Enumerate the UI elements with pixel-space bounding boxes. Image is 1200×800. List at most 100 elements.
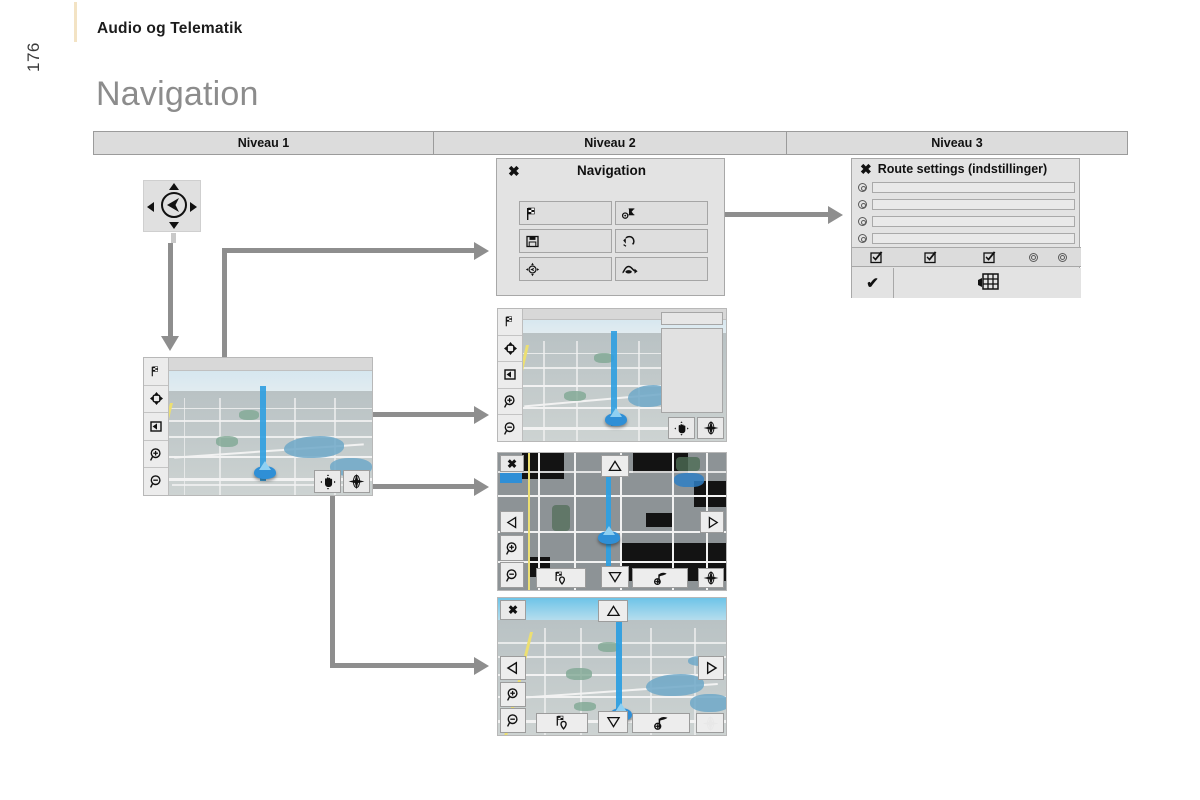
destination-flag-icon <box>653 572 667 585</box>
compass-button[interactable] <box>343 470 370 493</box>
directional-joystick[interactable] <box>143 180 201 243</box>
route-option-row[interactable] <box>858 231 1075 246</box>
joystick-to-map-arrowhead <box>161 336 179 351</box>
close-icon[interactable]: ✖ <box>860 162 872 176</box>
nav-button-route-preview[interactable] <box>615 257 708 281</box>
route-toolbar-radio[interactable] <box>1048 252 1076 262</box>
close-button[interactable]: ✖ <box>500 455 524 472</box>
triangle-right-outline-icon <box>708 515 718 529</box>
hand-pan-button[interactable] <box>314 470 341 493</box>
nav-button-traffic-info[interactable] <box>615 229 708 253</box>
compass-button[interactable] <box>698 568 724 588</box>
radio-option-icon[interactable] <box>858 234 867 243</box>
joystick-stem <box>171 233 176 243</box>
pan-move-icon <box>149 392 163 406</box>
compass-icon <box>348 473 365 490</box>
map-grid-button[interactable] <box>894 268 1081 298</box>
pan-left-button[interactable] <box>500 511 524 533</box>
map-grid-hand-icon <box>977 273 999 290</box>
sidebar-button-exit[interactable] <box>144 413 168 441</box>
vehicle-position-marker <box>254 461 276 479</box>
radio-option-icon[interactable] <box>858 200 867 209</box>
pan-down-button[interactable] <box>601 566 629 588</box>
page-section-title: Audio og Telematik <box>97 20 243 37</box>
map-top-bar <box>144 358 372 371</box>
destination-button[interactable] <box>632 568 688 588</box>
map-side-list-panel <box>661 312 723 413</box>
route-option-row[interactable] <box>858 197 1075 212</box>
pan-move-icon <box>503 341 517 355</box>
route-toolbar-checkbox[interactable] <box>852 250 900 264</box>
radio-option-icon[interactable] <box>858 217 867 226</box>
joystick-to-map-line <box>168 243 173 338</box>
route-toolbar-radio[interactable] <box>1018 252 1048 262</box>
map-to-2dpan-arrowhead <box>474 477 489 496</box>
zoom-out-icon <box>503 421 515 435</box>
triangle-left-outline-icon <box>506 661 518 675</box>
compass-button[interactable] <box>696 713 724 733</box>
route-option-row[interactable] <box>858 180 1075 195</box>
zoom-out-icon <box>505 568 517 582</box>
route-toolbar-checkbox[interactable] <box>900 250 960 264</box>
route-option-row[interactable] <box>858 214 1075 229</box>
zoom-in-button[interactable] <box>500 682 526 707</box>
route-option-field[interactable] <box>872 199 1075 210</box>
radio-option-icon[interactable] <box>858 183 867 192</box>
header-accent-rule <box>74 2 77 42</box>
pan-left-button[interactable] <box>500 656 526 680</box>
side-list-field[interactable] <box>661 312 723 325</box>
sidebar-button-pan[interactable] <box>144 385 168 414</box>
zoom-in-button[interactable] <box>500 535 524 561</box>
route-toolbar-checkbox[interactable] <box>960 250 1018 264</box>
compass-button[interactable] <box>697 417 724 439</box>
triangle-down-outline-icon <box>606 716 620 728</box>
sidebar-button-zoom-in[interactable] <box>144 440 168 469</box>
sidebar-button-zoom-in[interactable] <box>498 388 522 416</box>
hand-pan-button[interactable] <box>668 417 695 439</box>
level-header-2: Niveau 2 <box>434 132 787 154</box>
checkered-flag-icon <box>505 316 512 327</box>
sidebar-button-destination[interactable] <box>144 358 168 386</box>
poi-button[interactable] <box>536 568 586 588</box>
destination-button[interactable] <box>632 713 690 733</box>
nav-button-route-settings[interactable] <box>615 201 708 225</box>
zoom-out-button[interactable] <box>500 562 524 588</box>
triangle-down-icon[interactable] <box>169 222 179 229</box>
sidebar-button-destination[interactable] <box>498 309 522 336</box>
sidebar-button-pan[interactable] <box>498 335 522 363</box>
sidebar-button-zoom-out[interactable] <box>144 468 168 495</box>
sidebar-button-exit[interactable] <box>498 362 522 389</box>
route-option-field[interactable] <box>872 216 1075 227</box>
nav-button-save[interactable] <box>519 229 612 253</box>
confirm-button[interactable]: ✔ <box>852 268 894 298</box>
pan-right-button[interactable] <box>700 511 724 533</box>
sidebar-button-zoom-out[interactable] <box>498 415 522 441</box>
triangle-left-icon[interactable] <box>147 202 154 212</box>
map-screen-3d-guidance[interactable] <box>143 357 373 496</box>
nav-button-destination[interactable] <box>519 201 612 225</box>
route-option-field[interactable] <box>872 182 1075 193</box>
navigation-arrow-icon <box>167 198 179 212</box>
radio-option-icon <box>1057 252 1067 262</box>
pan-right-button[interactable] <box>698 656 724 680</box>
exit-arrow-icon <box>149 421 162 432</box>
map-to-3dpan-arrowhead <box>474 656 489 675</box>
zoom-out-button[interactable] <box>500 708 526 733</box>
triangle-up-icon[interactable] <box>169 183 179 190</box>
page-root: Audio og Telematik 176 Navigation Niveau… <box>0 0 1200 800</box>
pan-up-button[interactable] <box>598 600 628 622</box>
map-screen-2d-pan[interactable]: ✖ <box>497 452 727 591</box>
pan-down-button[interactable] <box>598 711 628 733</box>
pan-up-button[interactable] <box>601 455 629 477</box>
page-title: Navigation <box>96 75 259 113</box>
hand-pan-icon <box>674 420 689 436</box>
route-preview-icon <box>622 265 638 274</box>
close-button[interactable]: ✖ <box>500 600 526 620</box>
side-list-body[interactable] <box>661 328 723 413</box>
map-screen-with-side-list[interactable] <box>497 308 727 442</box>
triangle-right-icon[interactable] <box>190 202 197 212</box>
nav-button-current-position[interactable] <box>519 257 612 281</box>
poi-button[interactable] <box>536 713 588 733</box>
map-screen-3d-pan[interactable]: ✖ <box>497 597 727 736</box>
route-option-field[interactable] <box>872 233 1075 244</box>
